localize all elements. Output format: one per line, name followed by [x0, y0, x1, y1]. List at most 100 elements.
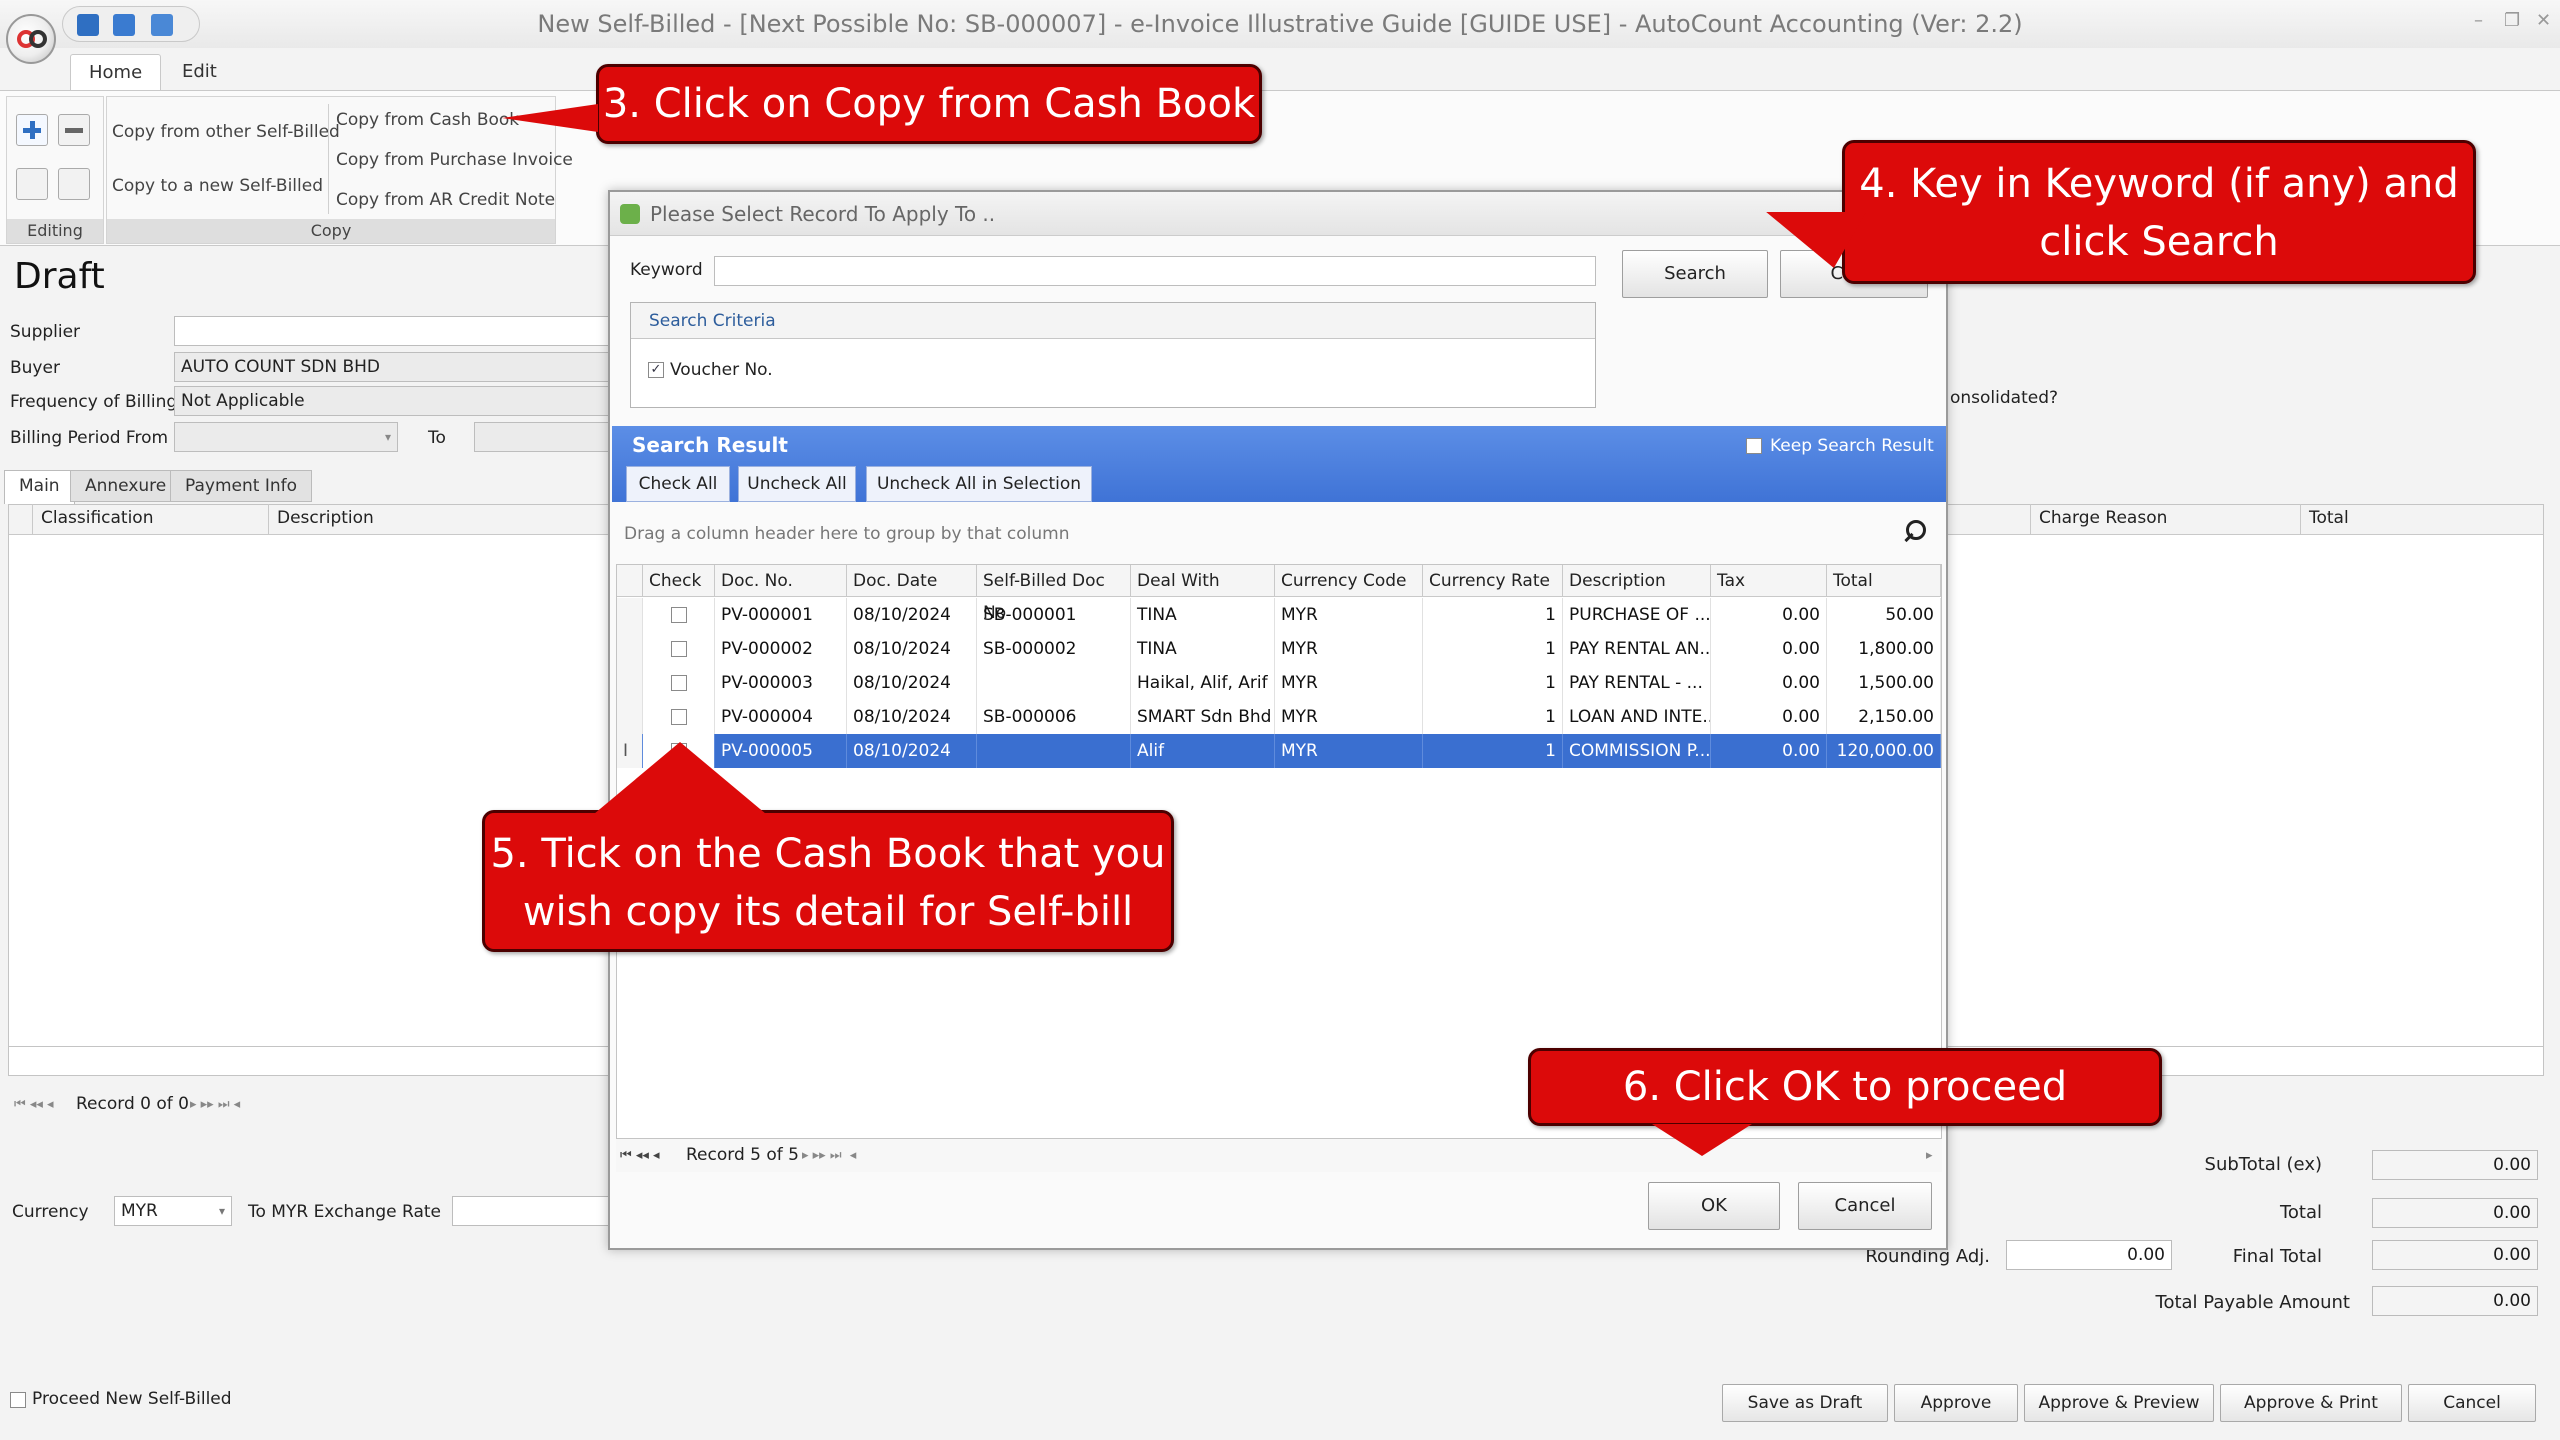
pager-nav-last-icon[interactable]: ▸ ▸▸ ⏭ ◂ [190, 1097, 240, 1112]
tax-cell: 0.00 [1711, 632, 1827, 666]
voucher-no-checkbox[interactable]: ✓ [648, 362, 664, 378]
buyer-label: Buyer [10, 358, 60, 378]
currency-rate-cell: 1 [1423, 666, 1563, 700]
exchange-rate-field[interactable] [452, 1196, 612, 1226]
callout-step-4: 4. Key in Keyword (if any) and click Sea… [1842, 140, 2476, 284]
row-checkbox[interactable] [671, 709, 687, 725]
column-header-total[interactable]: Total [1827, 565, 1941, 597]
column-header-deal-with[interactable]: Deal With [1131, 565, 1275, 597]
tab-home[interactable]: Home [70, 54, 162, 92]
supplier-label: Supplier [10, 322, 81, 342]
tax-cell: 0.00 [1711, 700, 1827, 734]
billing-period-from-label: Billing Period From [10, 428, 169, 448]
row-indicator [617, 700, 643, 734]
row-checkbox[interactable] [671, 607, 687, 623]
table-row[interactable]: PV-000003 08/10/2024 Haikal, Alif, Arif … [617, 666, 1941, 700]
scroll-right-icon[interactable]: ▸ [1926, 1148, 1933, 1163]
add-icon[interactable] [16, 114, 48, 146]
column-header-doc-date[interactable]: Doc. Date [847, 565, 977, 597]
total-cell: 1,500.00 [1827, 666, 1941, 700]
dialog-app-icon [620, 204, 640, 224]
row-check-cell[interactable] [643, 700, 715, 734]
copy-from-purchase-invoice-button[interactable]: Copy from Purchase Invoice [336, 150, 573, 170]
column-header-tax[interactable]: Tax [1711, 565, 1827, 597]
approve-preview-button[interactable]: Approve & Preview [2024, 1384, 2214, 1422]
total-payable-label: Total Payable Amount [2155, 1292, 2350, 1313]
delete-icon[interactable] [58, 114, 90, 146]
copy-from-ar-credit-note-button[interactable]: Copy from AR Credit Note [336, 190, 555, 210]
callout-pointer [502, 104, 598, 132]
callout-step-5-line-2: wish copy its detail for Self-bill [522, 889, 1134, 935]
total-payable-field: 0.00 [2372, 1286, 2538, 1316]
uncheck-all-in-selection-button[interactable]: Uncheck All in Selection [866, 466, 1092, 502]
supplier-field[interactable] [174, 316, 614, 346]
ok-button[interactable]: OK [1648, 1182, 1780, 1230]
deal-with-cell: Haikal, Alif, Arif [1131, 666, 1275, 700]
billing-period-from-field[interactable]: ▾ [174, 422, 398, 452]
column-header-charge-reason[interactable]: Charge Reason [2030, 504, 2300, 534]
currency-label: Currency [12, 1202, 89, 1222]
table-row[interactable]: PV-000002 08/10/2024 SB-000002 TINA MYR … [617, 632, 1941, 666]
proceed-new-checkbox[interactable] [10, 1392, 26, 1408]
column-header-description[interactable]: Description [1563, 565, 1711, 597]
save-as-draft-button[interactable]: Save as Draft [1722, 1384, 1888, 1422]
row-checkbox[interactable] [671, 641, 687, 657]
tax-cell: 0.00 [1711, 666, 1827, 700]
dialog-cancel-button[interactable]: Cancel [1798, 1182, 1932, 1230]
copy-from-cash-book-button[interactable]: Copy from Cash Book [336, 110, 519, 130]
tab-main[interactable]: Main [4, 470, 75, 504]
row-check-cell[interactable] [643, 666, 715, 700]
doc-no-cell: PV-000002 [715, 632, 847, 666]
copy-from-other-self-billed-button[interactable]: Copy from other Self-Billed [112, 122, 340, 142]
keep-search-result-checkbox[interactable] [1746, 438, 1762, 454]
list-icon[interactable] [58, 168, 90, 200]
column-header-classification[interactable]: Classification [32, 504, 268, 534]
uncheck-all-button[interactable]: Uncheck All [738, 466, 856, 502]
column-header-currency-rate[interactable]: Currency Rate [1423, 565, 1563, 597]
dialog-pager-last-icon[interactable]: ▸ ▸▸ ⏭ ◂ [802, 1148, 856, 1163]
keyword-input[interactable] [714, 256, 1596, 286]
billing-period-to-field[interactable] [474, 422, 614, 452]
column-header-currency-code[interactable]: Currency Code [1275, 565, 1423, 597]
app-logo-icon[interactable] [6, 14, 56, 64]
row-check-cell[interactable] [643, 632, 715, 666]
column-header-total[interactable]: Total [2300, 504, 2540, 534]
column-header-doc-no[interactable]: Doc. No. [715, 565, 847, 597]
copy-to-new-self-billed-button[interactable]: Copy to a new Self-Billed [112, 176, 323, 196]
tab-payment-info[interactable]: Payment Info [170, 470, 313, 502]
table-row[interactable]: PV-000004 08/10/2024 SB-000006 SMART Sdn… [617, 700, 1941, 734]
callout-step-5-line-1: 5. Tick on the Cash Book that you [490, 831, 1166, 877]
column-header-description[interactable]: Description [268, 504, 608, 534]
edit-icon[interactable] [16, 168, 48, 200]
close-window-button[interactable]: ✕ [2536, 10, 2551, 31]
buyer-field[interactable]: AUTO COUNT SDN BHD [174, 352, 614, 382]
dialog-pager-first-icon[interactable]: ⏮ ◂◂ ◂ [620, 1148, 660, 1163]
frequency-label: Frequency of Billing [10, 392, 178, 412]
row-checkbox[interactable] [671, 675, 687, 691]
callout-step-6: 6. Click OK to proceed [1528, 1048, 2162, 1126]
approve-print-button[interactable]: Approve & Print [2220, 1384, 2402, 1422]
frequency-field[interactable]: Not Applicable [174, 386, 614, 416]
table-row-selected[interactable]: I PV-000005 08/10/2024 Alif MYR 1 COMMIS… [617, 734, 1941, 768]
minimize-button[interactable]: – [2474, 10, 2483, 31]
currency-code-cell: MYR [1275, 734, 1423, 768]
approve-button[interactable]: Approve [1894, 1384, 2018, 1422]
pager-nav-first-icon[interactable]: ⏮ ◂◂ ◂ [14, 1097, 54, 1112]
form-cancel-button[interactable]: Cancel [2408, 1384, 2536, 1422]
voucher-no-label: Voucher No. [670, 360, 773, 380]
tab-edit[interactable]: Edit [164, 54, 235, 92]
currency-rate-cell: 1 [1423, 734, 1563, 768]
doc-no-cell: PV-000004 [715, 700, 847, 734]
check-all-button[interactable]: Check All [626, 466, 730, 502]
maximize-button[interactable]: ❐ [2504, 10, 2520, 31]
row-check-cell[interactable] [643, 598, 715, 632]
column-header-self-billed-doc-no[interactable]: Self-Billed Doc No [977, 565, 1131, 623]
tab-annexure[interactable]: Annexure [70, 470, 182, 502]
consolidated-label: onsolidated? [1950, 388, 2059, 408]
currency-value: MYR [121, 1201, 158, 1221]
tax-cell: 0.00 [1711, 598, 1827, 632]
currency-select[interactable]: MYR ▾ [114, 1196, 232, 1226]
row-indicator-header [617, 565, 643, 597]
column-header-check[interactable]: Check [643, 565, 715, 597]
table-row[interactable]: PV-000001 08/10/2024 SB-000001 TINA MYR … [617, 598, 1941, 632]
